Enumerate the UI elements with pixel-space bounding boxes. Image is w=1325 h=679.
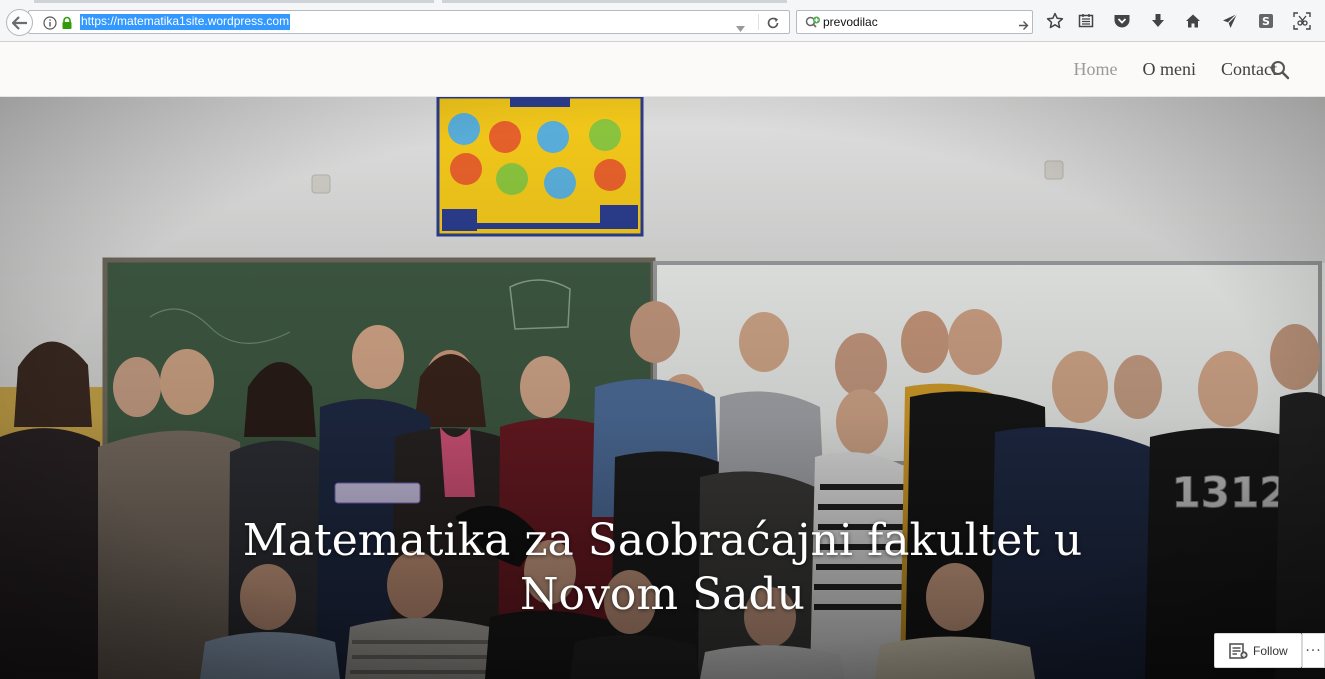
- hero-banner: 1312 Matematika za Saobraćajni fakulte: [0, 97, 1325, 679]
- site-header: Home O meni Contact: [0, 42, 1325, 97]
- follow-label: Follow: [1253, 644, 1288, 658]
- tab-strip-edge: [34, 0, 434, 3]
- nav-home-link[interactable]: Home: [1074, 59, 1118, 79]
- nav-contact-link[interactable]: Contact: [1221, 59, 1277, 79]
- more-options-button[interactable]: ···: [1302, 633, 1325, 668]
- search-icon[interactable]: [1270, 60, 1290, 84]
- bookmark-star-icon[interactable]: [1046, 12, 1064, 30]
- address-bar[interactable]: https://matematika1site.wordpress.com: [28, 10, 790, 34]
- back-button[interactable]: [6, 9, 33, 36]
- secure-lock-icon[interactable]: [61, 15, 73, 34]
- url-text[interactable]: https://matematika1site.wordpress.com: [80, 14, 291, 30]
- svg-text:S: S: [1262, 15, 1270, 28]
- search-engine-icon[interactable]: [805, 15, 821, 34]
- reader-view-icon[interactable]: [1077, 12, 1095, 30]
- arrow-left-icon: [11, 15, 27, 30]
- nav-about-link[interactable]: O meni: [1143, 59, 1197, 79]
- downloads-icon[interactable]: [1149, 12, 1167, 30]
- send-tab-icon[interactable]: [1221, 12, 1239, 30]
- site-info-icon[interactable]: [43, 15, 57, 34]
- pocket-icon[interactable]: [1113, 12, 1131, 30]
- home-icon[interactable]: [1184, 12, 1202, 30]
- reload-icon[interactable]: [766, 15, 780, 34]
- browser-toolbar: https://matematika1site.wordpress.com pr…: [0, 0, 1325, 42]
- skype-icon[interactable]: S: [1257, 12, 1275, 30]
- main-nav: Home O meni Contact: [1074, 59, 1278, 79]
- reader-follow-icon: [1229, 643, 1248, 663]
- hero-title-line-2: Novom Sadu: [520, 569, 805, 620]
- tab-strip-edge: [442, 0, 787, 3]
- divider: [758, 14, 759, 30]
- search-bar[interactable]: prevodilac: [796, 10, 1033, 34]
- arrow-right-icon[interactable]: [1018, 16, 1029, 35]
- chevron-down-icon[interactable]: [735, 18, 746, 37]
- follow-button[interactable]: Follow: [1214, 633, 1302, 668]
- screenshot-icon[interactable]: [1293, 12, 1311, 30]
- hero-title: Matematika za Saobraćajni fakultet u Nov…: [0, 514, 1325, 622]
- hero-title-line-1: Matematika za Saobraćajni fakultet u: [242, 515, 1083, 566]
- search-input[interactable]: prevodilac: [823, 15, 878, 29]
